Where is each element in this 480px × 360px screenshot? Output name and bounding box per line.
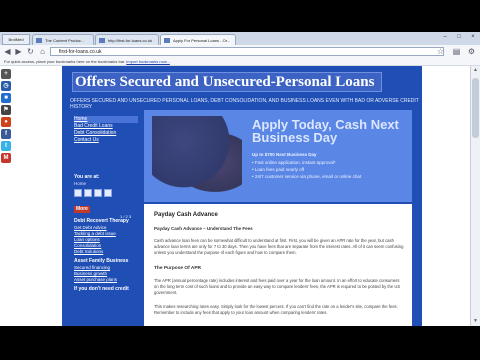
site-banner: Offers Secured and Unsecured-Personal Lo…	[72, 72, 382, 92]
tab-first-for-loans[interactable]: http://first-for-loans.co.uk	[95, 34, 159, 45]
bookmarks-hint: For quick access, place your bookmarks h…	[4, 59, 126, 64]
web-page: Offers Secured and Unsecured-Personal Lo…	[62, 66, 422, 326]
nav-home-link[interactable]: Home	[74, 116, 138, 123]
share-email-icon[interactable]	[74, 189, 82, 197]
share-fav-icon[interactable]	[94, 189, 102, 197]
sidebar-link[interactable]: Asset purchase plans	[74, 277, 138, 283]
tab-content-producer[interactable]: The Content Produc...	[32, 34, 94, 45]
hero-banner[interactable]: Apply Today, Cash Next Business Day Up t…	[144, 110, 412, 202]
browser-toolbar: ◀ ▶ ↻ ⌂ first-for-loans.co.uk ☆ ▤ ⚙	[0, 45, 480, 59]
article-subtitle: Payday Cash Advance – Understand The Fee…	[154, 226, 253, 231]
forward-icon[interactable]: ▶	[14, 47, 23, 56]
twitter-icon[interactable]: t	[1, 141, 11, 151]
delicious-icon[interactable]: ■	[1, 93, 11, 103]
article-heading: The Purpose Of APR	[154, 266, 201, 271]
home-icon[interactable]: ⌂	[38, 47, 47, 56]
article-title: Payday Cash Advance	[154, 212, 218, 218]
import-bookmarks-link[interactable]: Import bookmarks now...	[126, 59, 170, 64]
maximize-icon[interactable]: □	[452, 33, 466, 42]
hero-line: Up to $700 Next Business Day	[252, 152, 317, 157]
article: Payday Cash Advance Payday Cash Advance …	[144, 204, 412, 326]
page-menu-icon[interactable]: ▤	[452, 47, 461, 56]
share-icon[interactable]: +	[1, 69, 11, 79]
sidebar-pager[interactable]: 1 / 2 3	[120, 214, 131, 219]
clock-icon[interactable]: ◷	[1, 81, 11, 91]
share-rss-icon[interactable]	[104, 189, 112, 197]
hero-photo	[152, 116, 242, 200]
tab-apply-personal-loans[interactable]: Apply For Personal Loans - Or...	[160, 34, 236, 45]
flag-icon[interactable]: ⚑	[1, 105, 11, 115]
tab-label: The Content Produc...	[45, 38, 85, 43]
video-letterbox-top	[0, 0, 480, 32]
sidebar-heading: If you don't need credit	[74, 286, 129, 292]
share-sidebar: + ◷ ■ ⚑ ● f t M	[0, 67, 13, 167]
article-paragraph: The APR (annual percentage rate) include…	[154, 278, 401, 295]
site-title: Offers Secured and Unsecured-Personal Lo…	[75, 74, 375, 90]
screenshot: BrotMed The Content Produc... http://fir…	[0, 0, 480, 360]
share-print-icon[interactable]	[84, 189, 92, 197]
hero-line: • Fast online application, instant appro…	[252, 160, 336, 165]
bookmarks-bar: For quick access, place your bookmarks h…	[0, 58, 480, 66]
page-favicon-icon	[36, 38, 42, 43]
tab-label: Apply For Personal Loans - Or...	[173, 38, 231, 43]
scroll-up-icon[interactable]: ▲	[471, 66, 480, 75]
back-icon[interactable]: ◀	[3, 47, 12, 56]
hero-line: • Loan fees paid nearly off	[252, 167, 305, 172]
address-bar[interactable]: first-for-loans.co.uk	[50, 47, 444, 56]
scroll-thumb[interactable]	[472, 78, 479, 138]
page-favicon-icon	[99, 38, 105, 43]
stumble-icon[interactable]: ●	[1, 117, 11, 127]
you-are-at-label: You are at:	[74, 174, 100, 180]
sidebar-link[interactable]: Debt Solutions	[74, 249, 138, 255]
close-icon[interactable]: ×	[466, 33, 480, 42]
nav-bad-credit-link[interactable]: Bad Credit Loans	[74, 123, 138, 130]
hero-line: • 24/7 customer service via phone, email…	[252, 174, 362, 179]
hero-headline: Apply Today, Cash Next Business Day	[252, 117, 399, 145]
wrench-icon[interactable]: ⚙	[467, 47, 476, 56]
page-favicon-icon	[164, 38, 170, 43]
you-are-at-value: Home	[74, 181, 87, 186]
sidebar-heading: Asset Family Business	[74, 258, 129, 264]
scroll-down-icon[interactable]: ▼	[471, 317, 480, 326]
video-letterbox-bottom	[0, 326, 480, 360]
bookmark-star-icon[interactable]: ☆	[436, 47, 445, 56]
nav-debt-consolidation-link[interactable]: Debt Consolidation	[74, 130, 138, 137]
page-scrollbar[interactable]: ▲ ▼	[470, 66, 480, 326]
browser-tab-bar: BrotMed The Content Produc... http://fir…	[0, 32, 480, 45]
addthis-bar	[74, 189, 138, 197]
profile-button[interactable]: BrotMed	[2, 34, 30, 45]
nav-contact-link[interactable]: Contact Us	[74, 137, 138, 144]
article-paragraph: Cash advance loan fees can be somewhat d…	[154, 238, 404, 255]
site-tagline: OFFERS SECURED AND UNSECURED PERSONAL LO…	[70, 98, 419, 110]
tab-label: http://first-for-loans.co.uk	[108, 38, 153, 43]
sidebar-heading: Debt Recovert Therapy	[74, 218, 129, 224]
more-share-button[interactable]: More	[74, 206, 90, 213]
article-paragraph: This makes researching rates easy. Simpl…	[154, 304, 398, 315]
reload-icon[interactable]: ↻	[26, 47, 35, 56]
gmail-icon[interactable]: M	[1, 153, 11, 163]
left-sidebar: Home Bad Credit Loans Debt Consolidation…	[74, 116, 138, 293]
minimize-icon[interactable]: –	[438, 33, 452, 42]
facebook-icon[interactable]: f	[1, 129, 11, 139]
